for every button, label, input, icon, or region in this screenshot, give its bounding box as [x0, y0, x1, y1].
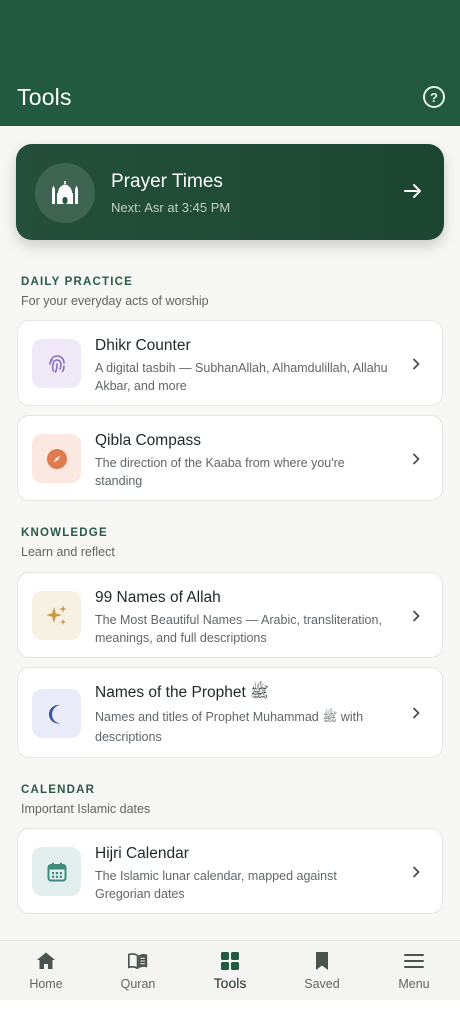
- help-circle-icon[interactable]: ?: [423, 86, 445, 108]
- tool-description: Names and titles of Prophet Muhammad ﷺ w…: [95, 710, 364, 744]
- section-subtitle-calendar: Important Islamic dates: [21, 802, 151, 816]
- compass-icon: [32, 434, 81, 483]
- tool-description: A digital tasbih — SubhanAllah, Alhamdul…: [95, 361, 388, 393]
- crescent-moon-icon: [32, 689, 81, 738]
- calendar-icon: [32, 847, 81, 896]
- tool-title: Qibla Compass: [95, 432, 201, 449]
- chevron-right-icon: [413, 866, 420, 878]
- nav-item-tools[interactable]: Tools: [184, 941, 276, 1001]
- tool-description: The Most Beautiful Names — Arabic, trans…: [95, 613, 382, 645]
- bookmark-icon: [316, 952, 328, 970]
- nav-item-menu[interactable]: Menu: [368, 941, 460, 1001]
- tool-card-dhikr-counter[interactable]: Dhikr Counter A digital tasbih — SubhanA…: [17, 320, 443, 406]
- menu-icon: [404, 954, 424, 968]
- tool-title: Names of the Prophet ﷺ: [95, 684, 269, 701]
- app-header: Tools ?: [0, 0, 460, 126]
- prayer-card-next: Next: Asr at 3:45 PM: [111, 200, 231, 215]
- chevron-right-icon: [413, 707, 420, 719]
- section-subtitle-daily: For your everyday acts of worship: [21, 294, 209, 308]
- tool-description: The Islamic lunar calendar, mapped again…: [95, 869, 337, 901]
- tool-card-qibla-compass[interactable]: Qibla Compass The direction of the Kaaba…: [17, 415, 443, 501]
- nav-label: Saved: [304, 977, 340, 991]
- tool-card-99-names-of-allah[interactable]: 99 Names of Allah The Most Beautiful Nam…: [17, 572, 443, 658]
- nav-label: Tools: [213, 975, 247, 991]
- arrow-right-icon: [404, 184, 421, 198]
- tool-card-names-of-the-prophet[interactable]: Names of the Prophet ﷺ Names and titles …: [17, 667, 443, 758]
- nav-label: Home: [29, 977, 63, 991]
- chevron-right-icon: [413, 610, 420, 622]
- prayer-times-card[interactable]: Prayer Times Next: Asr at 3:45 PM: [16, 144, 444, 240]
- section-label-daily: DAILY PRACTICE: [21, 276, 134, 288]
- bottom-nav: Home Quran Tools Saved Menu: [0, 940, 460, 1000]
- book-open-icon: [128, 953, 148, 970]
- fingerprint-icon: [32, 339, 81, 388]
- nav-label: Quran: [120, 977, 156, 991]
- tool-title: Dhikr Counter: [95, 337, 191, 354]
- sparkles-icon: [32, 591, 81, 640]
- tool-title: Hijri Calendar: [95, 845, 189, 862]
- section-label-knowledge: KNOWLEDGE: [21, 527, 108, 539]
- grid-icon: [221, 952, 239, 970]
- nav-item-home[interactable]: Home: [0, 941, 92, 1001]
- mosque-icon: [35, 163, 95, 223]
- system-bar-area: [0, 1000, 460, 1024]
- section-label-calendar: CALENDAR: [21, 784, 96, 796]
- tool-description: The direction of the Kaaba from where yo…: [95, 456, 345, 488]
- nav-item-saved[interactable]: Saved: [276, 941, 368, 1001]
- home-icon: [37, 952, 55, 969]
- chevron-right-icon: [413, 453, 420, 465]
- chevron-right-icon: [413, 358, 420, 370]
- tool-title: 99 Names of Allah: [95, 589, 221, 606]
- page-title: Tools: [17, 84, 72, 110]
- section-subtitle-knowledge: Learn and reflect: [21, 545, 115, 559]
- tool-card-hijri-calendar[interactable]: Hijri Calendar The Islamic lunar calenda…: [17, 828, 443, 914]
- prayer-card-title: Prayer Times: [111, 171, 223, 192]
- nav-item-quran[interactable]: Quran: [92, 941, 184, 1001]
- nav-label: Menu: [398, 977, 430, 991]
